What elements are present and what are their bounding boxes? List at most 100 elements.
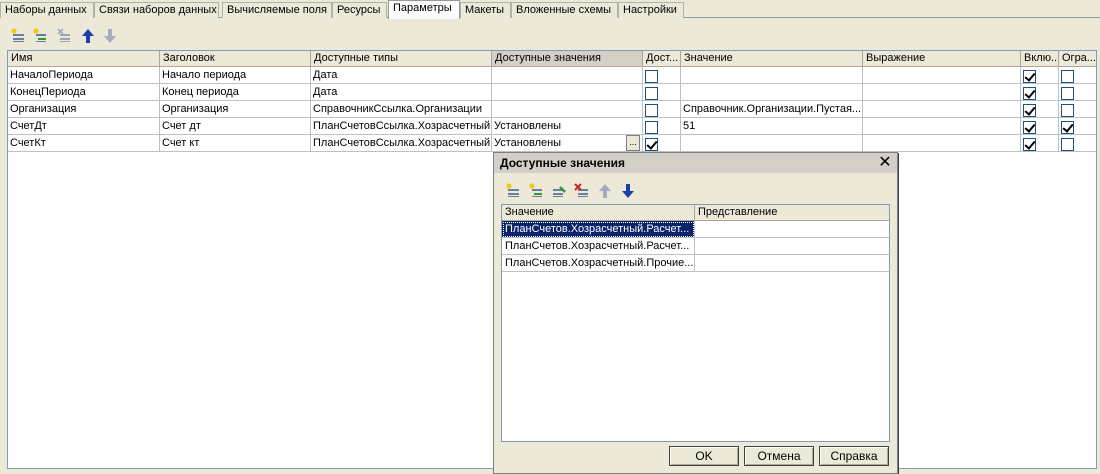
tab-data-set-links[interactable]: Связи наборов данных <box>94 2 219 18</box>
table-row[interactable]: Организация Организация СправочникСсылка… <box>8 101 1096 118</box>
column-header-include[interactable]: Вклю... <box>1021 51 1059 67</box>
column-header-name[interactable]: Имя <box>8 51 160 67</box>
column-header-expression[interactable]: Выражение <box>863 51 1021 67</box>
table-row[interactable]: ПланСчетов.Хозрасчетный.Расчет... <box>502 238 889 255</box>
delete-row-icon[interactable] <box>54 26 74 46</box>
tab-data-sets[interactable]: Наборы данных <box>0 2 94 18</box>
restrict-checkbox[interactable] <box>1061 104 1074 117</box>
ellipsis-button[interactable]: ... <box>626 135 640 151</box>
cell-title[interactable]: Начало периода <box>160 67 311 84</box>
cell-expression[interactable] <box>863 67 1021 84</box>
delete-icon[interactable] <box>572 181 592 201</box>
column-header-title[interactable]: Заголовок <box>160 51 311 67</box>
cell-values[interactable]: Установлены... <box>492 135 643 152</box>
cell-presentation[interactable] <box>695 255 889 272</box>
table-row[interactable]: НачалоПериода Начало периода Дата <box>8 67 1096 84</box>
cell-presentation[interactable] <box>695 221 889 238</box>
cell-title[interactable]: Конец периода <box>160 84 311 101</box>
column-header-presentation[interactable]: Представление <box>695 205 889 221</box>
available-checkbox[interactable] <box>645 70 658 83</box>
column-header-available-types[interactable]: Доступные типы <box>311 51 492 67</box>
available-checkbox[interactable] <box>645 87 658 100</box>
cell-include <box>1021 118 1059 135</box>
table-row[interactable]: СчетДт Счет дт ПланСчетовСсылка.Хозрасче… <box>8 118 1096 135</box>
edit-icon[interactable] <box>549 181 569 201</box>
cell-value[interactable]: 51 <box>681 118 863 135</box>
column-header-available-flag[interactable]: Дост... <box>643 51 681 67</box>
cell-title[interactable]: Организация <box>160 101 311 118</box>
cell-expression[interactable] <box>863 135 1021 152</box>
available-values-table[interactable]: Значение Представление ПланСчетов.Хозрас… <box>501 204 890 442</box>
cell-presentation[interactable] <box>695 238 889 255</box>
cell-types[interactable]: ПланСчетовСсылка.Хозрасчетный <box>311 135 492 152</box>
table-row[interactable]: ПланСчетов.Хозрасчетный.Расчет... <box>502 221 889 238</box>
cell-values[interactable] <box>492 101 643 118</box>
column-header-value[interactable]: Значение <box>502 205 695 221</box>
restrict-checkbox[interactable] <box>1061 138 1074 151</box>
table-row[interactable]: ПланСчетов.Хозрасчетный.Прочие... <box>502 255 889 272</box>
tab-settings[interactable]: Настройки <box>618 2 684 18</box>
available-checkbox[interactable] <box>645 104 658 117</box>
cell-types[interactable]: СправочникСсылка.Организации <box>311 101 492 118</box>
cell-value[interactable]: ПланСчетов.Хозрасчетный.Прочие... <box>502 255 695 272</box>
available-checkbox[interactable] <box>645 121 658 134</box>
move-up-icon[interactable] <box>78 26 98 46</box>
cell-include <box>1021 84 1059 101</box>
column-header-restrict[interactable]: Огра... <box>1059 51 1096 67</box>
cancel-button[interactable]: Отмена <box>744 446 814 466</box>
cell-value[interactable] <box>681 84 863 101</box>
column-header-value[interactable]: Значение <box>681 51 863 67</box>
table-row[interactable]: КонецПериода Конец периода Дата <box>8 84 1096 101</box>
cell-name[interactable]: Организация <box>8 101 160 118</box>
cell-types[interactable]: Дата <box>311 84 492 101</box>
move-up-icon[interactable] <box>595 181 615 201</box>
cell-values[interactable]: Установлены <box>492 118 643 135</box>
add-row-icon[interactable] <box>8 26 28 46</box>
restrict-checkbox[interactable] <box>1061 121 1074 134</box>
tab-bar: Наборы данных Связи наборов данных Вычис… <box>0 0 1100 19</box>
available-checkbox[interactable] <box>645 138 658 151</box>
add-child-icon[interactable] <box>526 181 546 201</box>
cell-expression[interactable] <box>863 118 1021 135</box>
cell-value[interactable]: ПланСчетов.Хозрасчетный.Расчет... <box>502 221 695 238</box>
cell-expression[interactable] <box>863 101 1021 118</box>
include-checkbox[interactable] <box>1023 121 1036 134</box>
tab-nested-schemas[interactable]: Вложенные схемы <box>511 2 618 18</box>
include-checkbox[interactable] <box>1023 138 1036 151</box>
cell-values[interactable] <box>492 84 643 101</box>
close-icon[interactable]: ✕ <box>877 155 893 171</box>
cell-types[interactable]: ПланСчетовСсылка.Хозрасчетный <box>311 118 492 135</box>
move-down-icon[interactable] <box>618 181 638 201</box>
table-row[interactable]: СчетКт Счет кт ПланСчетовСсылка.Хозрасче… <box>8 135 1096 152</box>
add-icon[interactable] <box>503 181 523 201</box>
cell-types[interactable]: Дата <box>311 67 492 84</box>
add-child-row-icon[interactable] <box>30 26 50 46</box>
column-header-available-values[interactable]: Доступные значения <box>492 51 643 67</box>
cell-name[interactable]: КонецПериода <box>8 84 160 101</box>
tab-layouts[interactable]: Макеты <box>460 2 511 18</box>
cell-name[interactable]: СчетДт <box>8 118 160 135</box>
cell-value[interactable]: Справочник.Организации.Пустая... <box>681 101 863 118</box>
include-checkbox[interactable] <box>1023 87 1036 100</box>
restrict-checkbox[interactable] <box>1061 87 1074 100</box>
restrict-checkbox[interactable] <box>1061 70 1074 83</box>
help-button[interactable]: Справка <box>819 446 889 466</box>
cell-value[interactable] <box>681 67 863 84</box>
cell-value[interactable] <box>681 135 863 152</box>
cell-name[interactable]: НачалоПериода <box>8 67 160 84</box>
tab-parameters[interactable]: Параметры <box>388 0 460 19</box>
cell-title[interactable]: Счет кт <box>160 135 311 152</box>
cell-values[interactable] <box>492 67 643 84</box>
include-checkbox[interactable] <box>1023 104 1036 117</box>
cell-expression[interactable] <box>863 84 1021 101</box>
include-checkbox[interactable] <box>1023 70 1036 83</box>
cell-value[interactable]: ПланСчетов.Хозрасчетный.Расчет... <box>502 238 695 255</box>
cell-name[interactable]: СчетКт <box>8 135 160 152</box>
cell-available-flag <box>643 118 681 135</box>
ok-button[interactable]: OK <box>669 446 739 466</box>
cell-title[interactable]: Счет дт <box>160 118 311 135</box>
tab-resources[interactable]: Ресурсы <box>332 2 387 18</box>
tab-calculated-fields[interactable]: Вычисляемые поля <box>222 2 332 18</box>
move-down-icon[interactable] <box>100 26 120 46</box>
cell-restrict <box>1059 101 1096 118</box>
